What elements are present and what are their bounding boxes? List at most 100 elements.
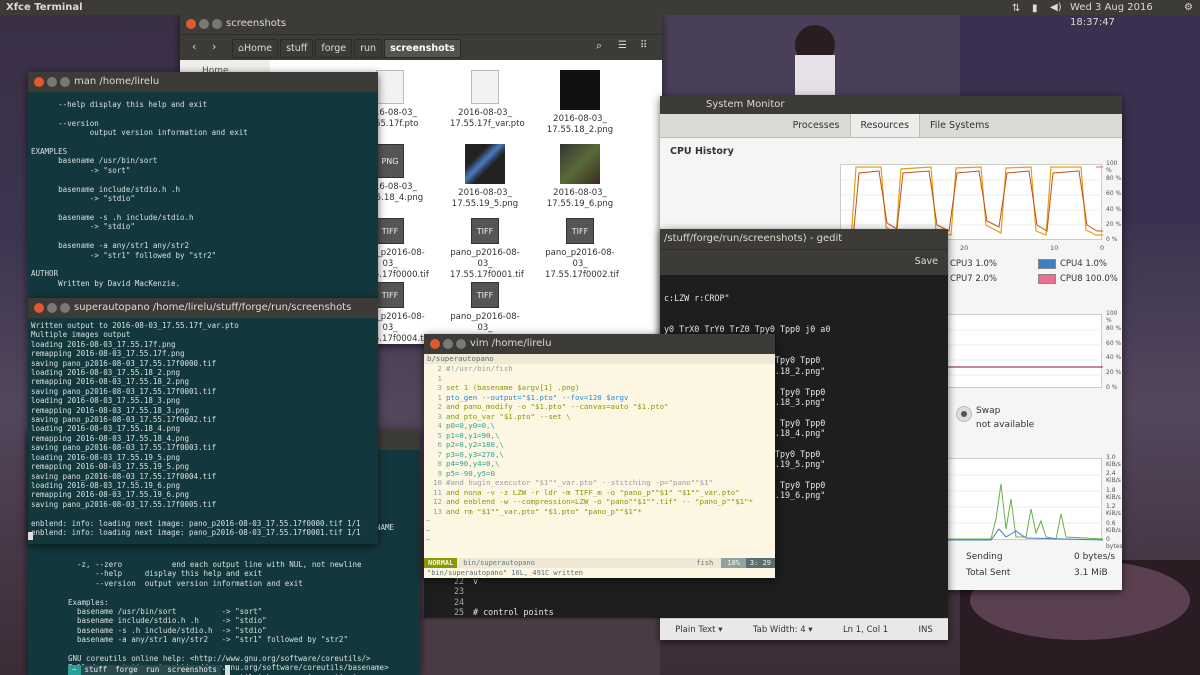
line-number: 3 (437, 411, 442, 421)
x-tick-label: 0 (1100, 244, 1105, 252)
prompt-segment: forge (111, 665, 142, 675)
line-text: and pto_var "$1.pto" --set \ (446, 411, 571, 421)
legend-label: CPU7 2.0% (950, 274, 997, 284)
line-text: p0=0,y0=0,\ (446, 421, 495, 430)
y-tick-label: 80 % (1106, 324, 1122, 332)
y-tick-label: 3.0 KiB/s (1106, 454, 1121, 468)
swap-pie-icon (956, 406, 972, 422)
line-text: pto_gen --output="$1.pto" --fov=120 $arg… (446, 392, 629, 402)
tiff-icon: TIFF (566, 218, 594, 244)
line-number: 11 (433, 487, 442, 497)
arrows-icon[interactable]: ⇅ (1012, 1, 1020, 16)
maximize-button[interactable] (60, 303, 70, 313)
file-item[interactable]: TIFF pano_p2016-08-03_ 17.55.17f0001.tif (450, 218, 524, 281)
legend-label: CPU8 100.0% (1060, 274, 1118, 284)
tab-processes[interactable]: Processes (783, 114, 850, 137)
statusbar-item[interactable]: INS (919, 625, 933, 635)
file-item[interactable]: 2016-08-03_ 17.55.19_6.png (545, 144, 615, 210)
clock[interactable]: Wed 3 Aug 2016 18:37:47 (1070, 0, 1200, 30)
vim-line: 10 #and hugin_executor "$1""_var.pto" --s… (426, 478, 775, 488)
legend-swatch[interactable] (1038, 259, 1056, 269)
vim-tab[interactable]: b/superautopano (424, 354, 775, 364)
maximize-button[interactable] (60, 77, 70, 87)
minimize-button[interactable] (47, 77, 57, 87)
line-number: 8 (437, 459, 442, 468)
y-tick-label: 20 % (1106, 369, 1122, 377)
minimize-button[interactable] (443, 339, 453, 349)
man-terminal-titlebar[interactable]: man /home/lirelu (28, 72, 378, 92)
tab-file-systems[interactable]: File Systems (920, 114, 999, 137)
shell-prompt[interactable]: ~ stuff forge run screenshots (68, 665, 230, 675)
vim-line: 8 p4=90,y4=0,\ (426, 459, 775, 469)
forward-icon[interactable]: › (212, 40, 216, 53)
vim-window: vim /home/lirelu b/superautopano 2 #!/usr… (424, 334, 775, 578)
system-monitor-titlebar[interactable]: System Monitor (660, 96, 1122, 114)
legend-label: CPU3 1.0% (950, 259, 997, 269)
file-manager-titlebar[interactable]: screenshots (180, 14, 662, 34)
swap-value: not available (976, 420, 1035, 430)
window-controls (34, 303, 70, 313)
line-text: set 1 (basename $argv[1] .png) (446, 383, 580, 392)
vim-line: 2 #!/usr/bin/fish (426, 364, 775, 374)
vim-line: 11 and nona -v -z LZW -r ldr -m TIFF_m -o… (426, 488, 775, 498)
vim-line: 4 p0=0,y0=0,\ (426, 421, 775, 431)
maximize-button[interactable] (212, 19, 222, 29)
vim-line: 5 p1=0,y1=90,\ (426, 431, 775, 441)
y-tick-label: 100 % (1106, 160, 1118, 174)
list-view-icon[interactable]: ☰ (618, 40, 627, 51)
close-button[interactable] (430, 339, 440, 349)
statusbar-item[interactable]: Tab Width: 4 ▾ (753, 625, 813, 635)
document-icon (376, 70, 404, 104)
save-button[interactable]: Save (915, 256, 938, 267)
minimize-button[interactable] (199, 19, 209, 29)
file-item[interactable]: 2016-08-03_ 17.55.18_2.png (545, 70, 615, 136)
line-text: p3=0,y3=270,\ (446, 449, 504, 459)
line-text: p2=0,y2=180,\ (446, 440, 504, 449)
window-title: /stuff/forge/run/screenshots) - gedit (664, 233, 843, 244)
gear-icon[interactable]: ⚙ (1184, 0, 1193, 15)
minimize-button[interactable] (47, 303, 57, 313)
breadcrumb-item[interactable]: forge (315, 39, 353, 58)
breadcrumb-item[interactable]: run (354, 39, 383, 58)
line-text: p4=90,y4=0,\ (446, 459, 500, 468)
line-number: 2 (437, 402, 442, 411)
tab-resources[interactable]: Resources (849, 114, 921, 137)
search-icon[interactable]: ⌕ (596, 39, 602, 53)
close-button[interactable] (34, 303, 44, 313)
gedit-titlebar[interactable]: /stuff/forge/run/screenshots) - gedit (660, 229, 948, 249)
file-item[interactable]: 2016-08-03_ 17.55.19_5.png (450, 144, 520, 210)
y-tick-label: 0 % (1106, 384, 1118, 391)
battery-icon[interactable]: ▮ (1032, 1, 1038, 16)
png-icon: PNG (376, 144, 404, 178)
line-number: 10 (433, 478, 442, 487)
line-number: 2 (437, 364, 442, 373)
legend-swatch[interactable] (1038, 274, 1056, 284)
vim-line: 1 pto_gen --output="$1.pto" --fov=120 $ar… (426, 393, 775, 403)
maximize-button[interactable] (456, 339, 466, 349)
file-item[interactable]: 2016-08-03_ 17.55.17f_var.pto (450, 70, 525, 130)
breadcrumb-item[interactable]: stuff (280, 39, 314, 58)
autopano-terminal-window: superautopano /home/lirelu/stuff/forge/r… (28, 298, 378, 544)
statusbar-item[interactable]: Ln 1, Col 1 (843, 625, 888, 635)
close-button[interactable] (34, 77, 44, 87)
vim-buffer[interactable]: 2 #!/usr/bin/fish 1 3 set 1 (basename $argv[… (424, 364, 775, 552)
file-name: 2016-08-03_ 17.55.19_5.png (451, 188, 519, 209)
grid-view-icon[interactable]: ⠿ (640, 40, 647, 51)
breadcrumb-item[interactable]: screenshots (384, 39, 461, 58)
y-tick-label: 0 bytes/s (1106, 536, 1122, 550)
line-number: 1 (437, 392, 442, 402)
vim-titlebar[interactable]: vim /home/lirelu (424, 334, 775, 354)
line-text: and enblend -w --compression=LZW -o "pan… (446, 497, 754, 506)
prompt-cursor (224, 665, 230, 675)
file-item[interactable]: TIFF pano_p2016-08-03_ 17.55.17f0002.tif (545, 218, 619, 281)
image-thumbnail-icon (560, 144, 600, 184)
line-number: 12 (433, 497, 442, 506)
back-icon[interactable]: ‹ (192, 40, 196, 53)
statusbar-item[interactable]: Plain Text ▾ (675, 625, 722, 635)
volume-icon[interactable]: ◀) (1050, 0, 1062, 15)
line-text: p5=-90,y5=0 (446, 468, 495, 478)
close-button[interactable] (186, 19, 196, 29)
autopano-terminal-titlebar[interactable]: superautopano /home/lirelu/stuff/forge/r… (28, 298, 378, 318)
breadcrumb-item[interactable]: ⌂Home (232, 39, 279, 58)
legend-label: CPU4 1.0% (1060, 259, 1107, 269)
